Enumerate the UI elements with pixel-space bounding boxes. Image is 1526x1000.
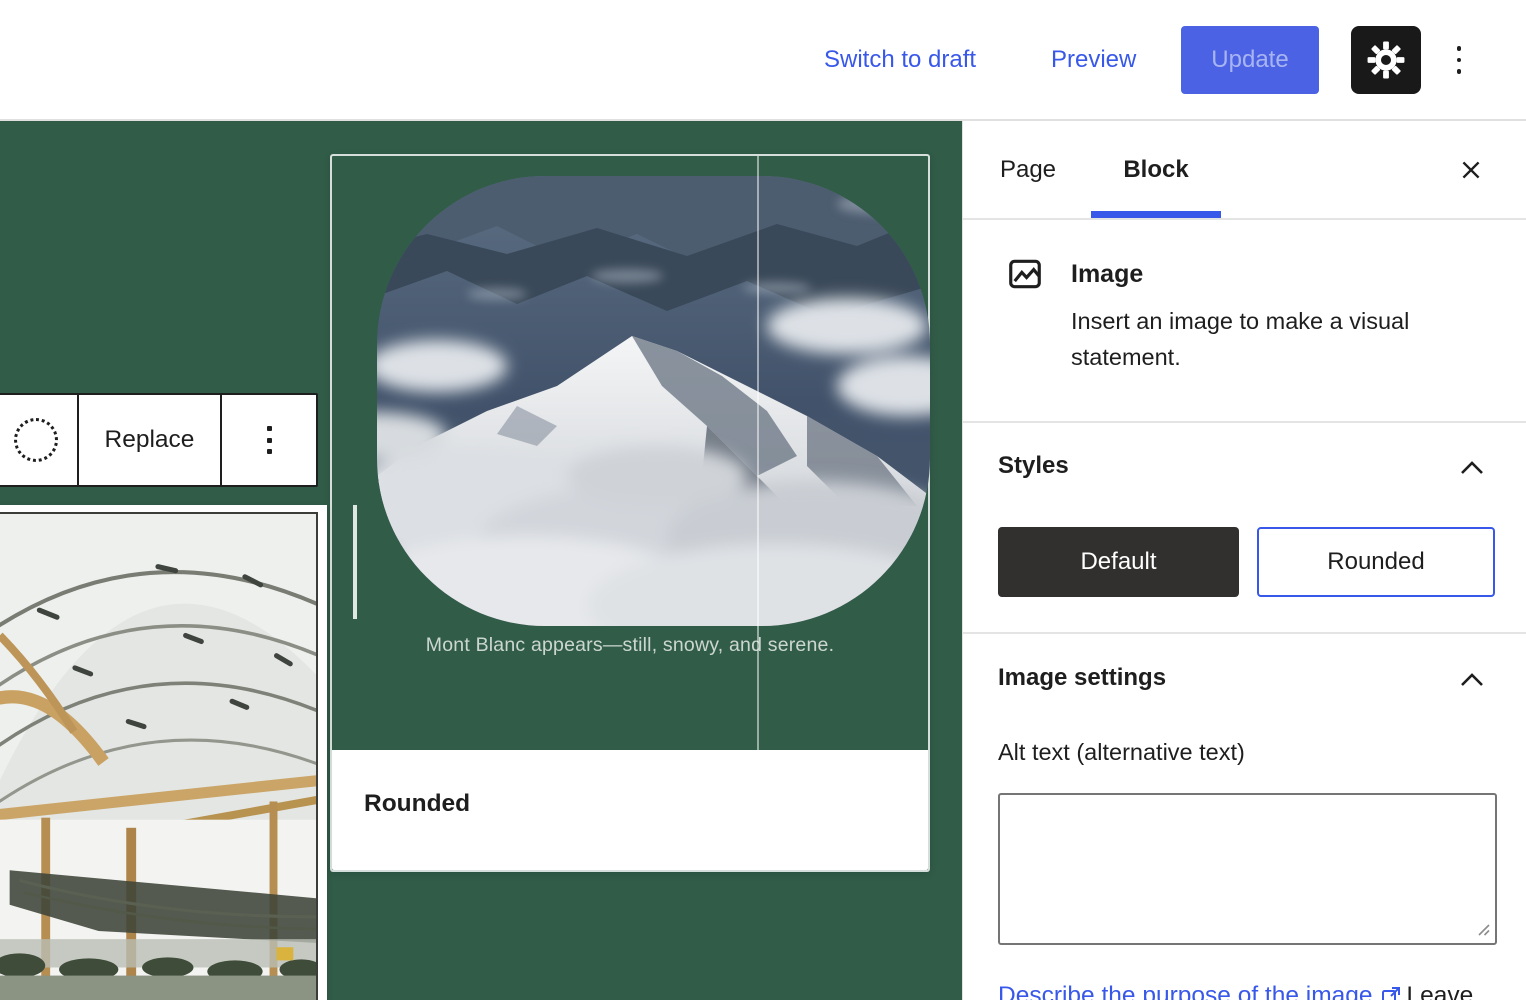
block-title: Image: [1071, 260, 1143, 289]
alt-text-help: Describe the purpose of the image Leave: [998, 982, 1473, 1000]
greenhouse-illustration: [0, 514, 316, 1000]
alt-text-input[interactable]: [998, 793, 1497, 945]
kebab-dot: [267, 426, 272, 431]
replace-button[interactable]: Replace: [79, 395, 222, 485]
kebab-dot: [1457, 69, 1462, 74]
divider: [963, 632, 1526, 634]
image-block-icon: [1006, 255, 1044, 293]
card-footer: Rounded: [332, 750, 928, 870]
image-caption[interactable]: Mont Blanc appears—still, snowy, and ser…: [332, 634, 928, 657]
active-tab-indicator: [1091, 211, 1221, 218]
kebab-dot: [1457, 46, 1462, 51]
block-toolbar-spinner-cell: [0, 395, 79, 485]
column-guide-line: [757, 156, 759, 750]
snap-guide-line: [353, 505, 357, 619]
styles-heading: Styles: [998, 452, 1069, 480]
update-button-label: Update: [1211, 46, 1288, 74]
greenhouse-image[interactable]: [0, 512, 318, 1000]
block-description: Insert an image to make a visual stateme…: [1071, 303, 1491, 375]
default-style-image-card[interactable]: [0, 505, 327, 1000]
style-option-rounded[interactable]: Rounded: [1257, 527, 1495, 597]
preview-link[interactable]: Preview: [1051, 46, 1136, 74]
kebab-icon: [267, 426, 272, 454]
describe-purpose-link[interactable]: Describe the purpose of the image: [998, 982, 1373, 1000]
image-settings-heading: Image settings: [998, 664, 1166, 692]
mont-blanc-illustration: [377, 176, 930, 626]
help-suffix-text: Leave: [1407, 982, 1474, 1000]
gear-icon: [1367, 41, 1405, 79]
divider: [963, 218, 1526, 220]
style-option-rounded-label: Rounded: [1327, 548, 1424, 576]
kebab-dot: [267, 438, 272, 443]
collapse-settings-chevron-up-icon[interactable]: [1459, 671, 1485, 689]
style-name-label[interactable]: Rounded: [364, 790, 470, 818]
replace-button-label: Replace: [105, 426, 195, 454]
block-options-button[interactable]: [222, 395, 316, 485]
spinner-icon: [14, 418, 58, 462]
editor-header: Switch to draft Preview Update: [0, 0, 1526, 121]
block-toolbar: Replace: [0, 393, 318, 487]
style-option-default[interactable]: Default: [998, 527, 1239, 597]
settings-sidebar: Page Block Image Insert an image to make…: [962, 121, 1526, 1000]
settings-button[interactable]: [1351, 26, 1421, 94]
options-menu-button[interactable]: [1444, 26, 1474, 94]
external-link-icon: [1379, 984, 1403, 1000]
tab-page[interactable]: Page: [983, 121, 1073, 218]
alt-text-label: Alt text (alternative text): [998, 739, 1245, 766]
collapse-styles-chevron-up-icon[interactable]: [1459, 459, 1485, 477]
kebab-dot: [267, 449, 272, 454]
close-sidebar-button[interactable]: [1455, 154, 1487, 186]
wordpress-editor: Switch to draft Preview Update: [0, 0, 1526, 1000]
tab-block[interactable]: Block: [1091, 121, 1221, 218]
divider: [963, 421, 1526, 423]
switch-to-draft-link[interactable]: Switch to draft: [824, 46, 976, 74]
update-button[interactable]: Update: [1181, 26, 1319, 94]
kebab-dot: [1457, 58, 1462, 63]
style-option-default-label: Default: [1080, 548, 1156, 576]
close-icon: [1458, 157, 1484, 183]
editor-canvas: Replace: [0, 121, 962, 1000]
rounded-style-image-card: Mont Blanc appears—still, snowy, and ser…: [330, 154, 930, 872]
mont-blanc-image[interactable]: [377, 176, 930, 626]
